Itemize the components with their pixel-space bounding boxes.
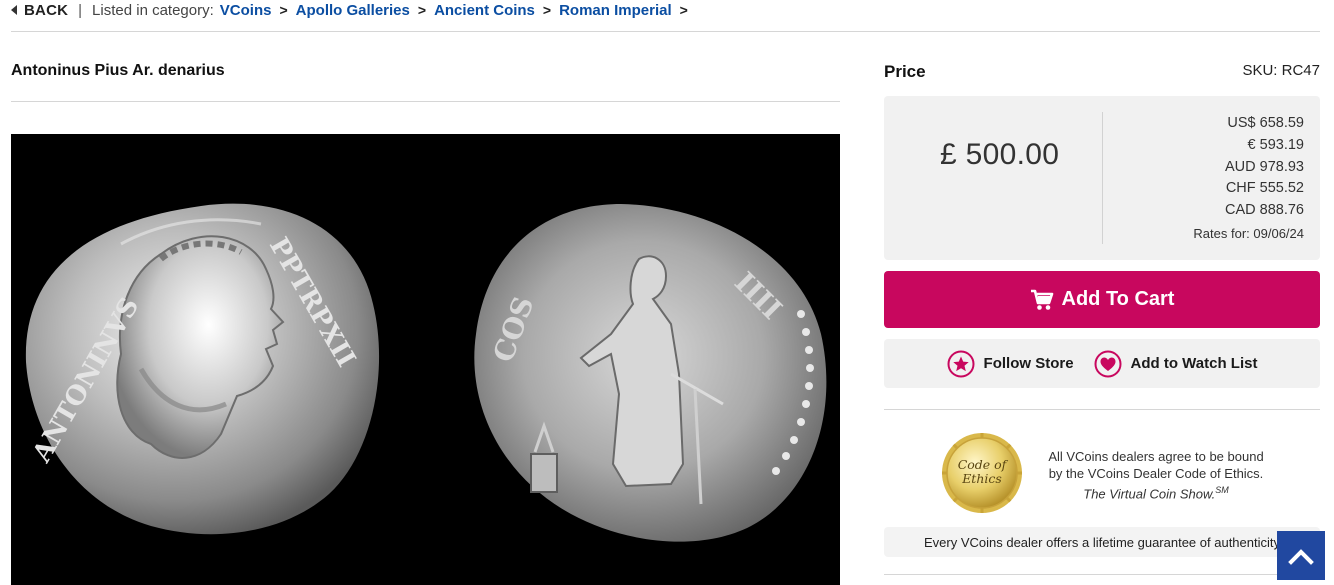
follow-store-button[interactable]: Follow Store: [947, 350, 1074, 378]
add-to-cart-label: Add To Cart: [1061, 288, 1175, 310]
seal-text-line1: Code of: [958, 457, 1009, 472]
rate-usd: US$ 658.59: [1227, 115, 1304, 131]
price-divider: [1102, 112, 1103, 244]
breadcrumb-arrow: >: [542, 2, 552, 18]
divider: [11, 31, 1320, 32]
currency-rates: US$ 658.59 € 593.19 AUD 978.93 CHF 555.5…: [1193, 113, 1304, 245]
listed-in-label: Listed in category:: [92, 1, 214, 19]
chevron-up-icon: [1288, 548, 1314, 565]
ethics-line-1: All VCoins dealers agree to be bound: [1048, 449, 1264, 464]
price-box: £ 500.00 US$ 658.59 € 593.19 AUD 978.93 …: [884, 96, 1320, 260]
divider: [11, 101, 840, 102]
back-arrow-icon: [11, 5, 17, 15]
price-main: £ 500.00: [940, 138, 1060, 171]
rate-cad: CAD 888.76: [1225, 202, 1304, 219]
service-mark: SM: [1215, 485, 1229, 495]
heart-icon: [1094, 350, 1122, 377]
scroll-to-top-button[interactable]: [1277, 531, 1325, 580]
seal-text-line2: Ethics: [961, 471, 1002, 486]
price-heading: Price: [884, 62, 926, 81]
divider: [884, 574, 1320, 575]
divider: [884, 409, 1320, 410]
authenticity-guarantee: Every VCoins dealer offers a lifetime gu…: [884, 527, 1320, 557]
code-of-ethics-text: All VCoins dealers agree to be bound by …: [1040, 449, 1272, 503]
follow-actions: Follow Store Add to Watch List: [884, 339, 1320, 388]
breadcrumb-arrow: >: [279, 2, 288, 18]
product-title: Antoninus Pius Ar. denarius: [11, 62, 225, 79]
rate-aud: AUD 978.93: [1225, 158, 1304, 175]
rate-chf: CHF 555.52: [1225, 180, 1304, 197]
back-button[interactable]: BACK: [11, 2, 68, 19]
star-icon: [947, 350, 975, 377]
add-to-watch-list-button[interactable]: Add to Watch List: [1094, 350, 1258, 378]
rate-eur: € 593.19: [1247, 136, 1304, 153]
product-image[interactable]: ANTONINVS PPTRPXII COS IIII: [11, 134, 840, 585]
guarantee-text: Every VCoins dealer offers a lifetime gu…: [923, 534, 1280, 550]
coin-photo-icon: ANTONINVS PPTRPXII COS IIII: [25, 203, 827, 542]
breadcrumb-separator: |: [78, 1, 83, 19]
code-of-ethics-seal-icon[interactable]: Code of Ethics: [941, 432, 1023, 514]
breadcrumb-link-store[interactable]: Apollo Galleries: [296, 2, 410, 19]
add-to-cart-button[interactable]: Add To Cart: [884, 271, 1320, 328]
add-to-watch-list-label: Add to Watch List: [1130, 355, 1258, 372]
breadcrumb: BACK | Listed in category: VCoins > Apol…: [11, 0, 696, 20]
ethics-line-3: The Virtual Coin Show.SM: [1040, 482, 1272, 503]
follow-store-label: Follow Store: [983, 355, 1074, 372]
virtual-coin-show-text: The Virtual Coin Show.: [1083, 486, 1216, 502]
breadcrumb-link-roman-imperial[interactable]: Roman Imperial: [559, 2, 672, 19]
shopping-cart-icon: [1030, 289, 1053, 310]
breadcrumb-arrow: >: [679, 2, 688, 18]
back-label: BACK: [24, 1, 69, 19]
breadcrumb-link-vcoins[interactable]: VCoins: [220, 2, 272, 19]
breadcrumb-link-ancient-coins[interactable]: Ancient Coins: [434, 2, 535, 19]
breadcrumb-arrow: >: [417, 2, 427, 18]
sku-label: SKU: RC47: [1242, 62, 1320, 79]
rates-date: Rates for: 09/06/24: [1193, 225, 1304, 241]
ethics-line-2: by the VCoins Dealer Code of Ethics.: [1048, 465, 1264, 481]
